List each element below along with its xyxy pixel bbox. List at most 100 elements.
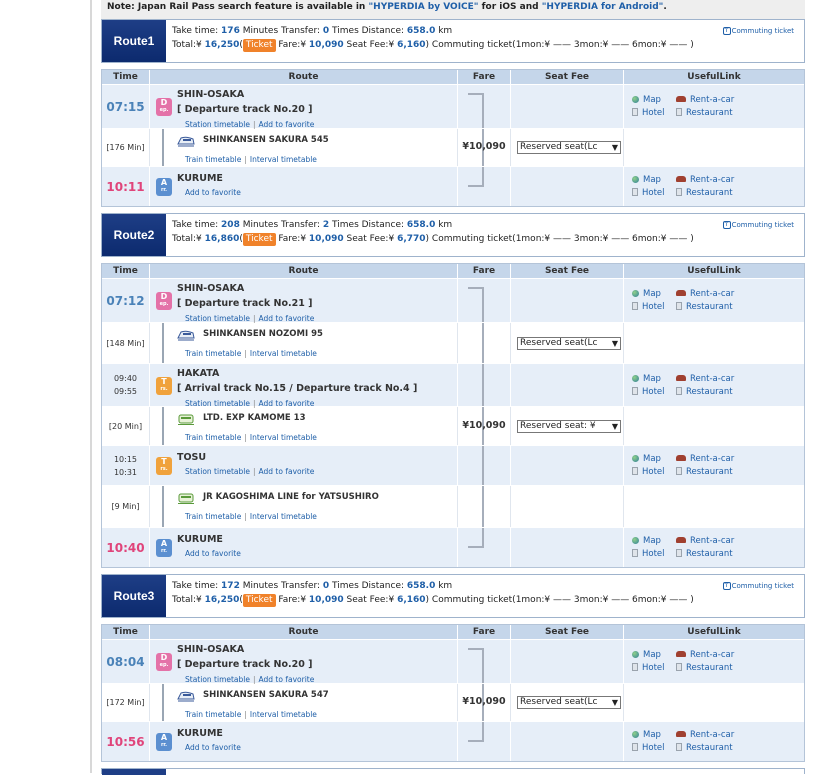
station-name[interactable]: SHIN-OSAKA: [177, 89, 244, 100]
rent-a-car-link[interactable]: Rent-a-car: [676, 453, 734, 466]
rent-a-car-link[interactable]: Rent-a-car: [676, 174, 734, 187]
add-favorite-link[interactable]: Add to favorite: [185, 743, 241, 752]
train-timetable-link[interactable]: Train timetable: [185, 512, 241, 521]
interval-timetable-link[interactable]: Interval timetable: [250, 349, 317, 358]
train-name[interactable]: SHINKANSEN SAKURA 545: [203, 135, 329, 145]
station-name[interactable]: KURUME: [177, 173, 223, 184]
route-label[interactable]: Route1: [102, 20, 166, 62]
fare-cell: [458, 279, 511, 322]
distance-value: 658.0: [406, 220, 436, 230]
train-timetable-link[interactable]: Train timetable: [185, 349, 241, 358]
hotel-link[interactable]: Hotel: [632, 742, 676, 755]
commuting-ticket-link[interactable]: ₸ Commuting ticket: [722, 218, 794, 232]
station-timetable-link[interactable]: Station timetable: [185, 467, 250, 476]
station-name[interactable]: TOSU: [177, 452, 206, 463]
rent-a-car-link[interactable]: Rent-a-car: [676, 94, 734, 107]
commuting-ticket-link[interactable]: ₸ Commuting ticket: [722, 579, 794, 593]
map-link[interactable]: Map: [632, 649, 676, 662]
route-info-line1: Take time: 176 Minutes Transfer: 0 Times…: [172, 24, 798, 38]
useful-links: Map Rent-a-car Hotel Restaurant: [632, 453, 734, 479]
station-timetable-link[interactable]: Station timetable: [185, 314, 250, 323]
restaurant-link[interactable]: Restaurant: [676, 187, 733, 200]
useful-links-cell: Map Rent-a-car Hotel Restaurant: [624, 85, 804, 128]
tr-badge-icon: Trs.: [156, 457, 172, 475]
segment-row: [148 Min] SHINKANSEN NOZOMI 95 Train timet…: [102, 322, 804, 363]
rent-a-car-link[interactable]: Rent-a-car: [676, 288, 734, 301]
separator: |: [244, 155, 247, 164]
add-favorite-link[interactable]: Add to favorite: [259, 675, 315, 684]
hyperdia-voice-link[interactable]: "HYPERDIA by VOICE": [368, 2, 478, 12]
restaurant-link[interactable]: Restaurant: [676, 301, 733, 314]
train-name[interactable]: SHINKANSEN NOZOMI 95: [203, 329, 323, 339]
hotel-link[interactable]: Hotel: [632, 662, 676, 675]
hyperdia-android-link[interactable]: "HYPERDIA for Android": [542, 2, 664, 12]
rent-a-car-link[interactable]: Rent-a-car: [676, 729, 734, 742]
train-name[interactable]: SHINKANSEN SAKURA 547: [203, 690, 329, 700]
hotel-link[interactable]: Hotel: [632, 107, 676, 120]
commuting-ticket-link[interactable]: ₸ Commuting ticket: [722, 24, 794, 38]
globe-icon: [632, 375, 639, 382]
document-icon: [632, 188, 638, 196]
station-name[interactable]: SHIN-OSAKA: [177, 283, 244, 294]
map-link[interactable]: Map: [632, 288, 676, 301]
seat-select[interactable]: Reserved seat(Lc ▼: [517, 141, 621, 154]
dep-badge-letter: D: [160, 292, 168, 301]
add-favorite-link[interactable]: Add to favorite: [259, 120, 315, 129]
seat-select[interactable]: Reserved seat: ¥ ▼: [517, 420, 621, 433]
add-favorite-link[interactable]: Add to favorite: [185, 549, 241, 558]
document-icon: [676, 549, 682, 557]
hotel-link[interactable]: Hotel: [632, 548, 676, 561]
hotel-link[interactable]: Hotel: [632, 466, 676, 479]
useful-links: Map Rent-a-car Hotel Restaurant: [632, 649, 734, 675]
interval-timetable-link[interactable]: Interval timetable: [250, 155, 317, 164]
restaurant-link[interactable]: Restaurant: [676, 466, 733, 479]
take-time-label: Take time:: [172, 581, 222, 591]
train-timetable-link[interactable]: Train timetable: [185, 433, 241, 442]
route-label[interactable]: Route2: [102, 214, 166, 256]
interval-timetable-link[interactable]: Interval timetable: [250, 433, 317, 442]
station-name[interactable]: HAKATA: [177, 368, 219, 379]
hotel-link-label: Hotel: [642, 188, 665, 198]
map-link[interactable]: Map: [632, 373, 676, 386]
add-favorite-link[interactable]: Add to favorite: [259, 467, 315, 476]
add-favorite-link[interactable]: Add to favorite: [185, 188, 241, 197]
rent-a-car-link[interactable]: Rent-a-car: [676, 649, 734, 662]
transfer-label: Minutes Transfer:: [239, 581, 323, 591]
train-name[interactable]: LTD. EXP KAMOME 13: [203, 413, 306, 423]
hotel-link[interactable]: Hotel: [632, 301, 676, 314]
map-link[interactable]: Map: [632, 535, 676, 548]
station-name[interactable]: KURUME: [177, 534, 223, 545]
interval-timetable-link[interactable]: Interval timetable: [250, 710, 317, 719]
train-name[interactable]: JR KAGOSHIMA LINE for YATSUSHIRO: [203, 492, 379, 502]
seat-select[interactable]: Reserved seat(Lc ▼: [517, 337, 621, 350]
station-name[interactable]: KURUME: [177, 728, 223, 739]
restaurant-link[interactable]: Restaurant: [676, 386, 733, 399]
station-name[interactable]: SHIN-OSAKA: [177, 644, 244, 655]
restaurant-link[interactable]: Restaurant: [676, 662, 733, 675]
interval-timetable-link[interactable]: Interval timetable: [250, 512, 317, 521]
train-timetable-link[interactable]: Train timetable: [185, 155, 241, 164]
add-favorite-link[interactable]: Add to favorite: [259, 314, 315, 323]
restaurant-link[interactable]: Restaurant: [676, 548, 733, 561]
hotel-link[interactable]: Hotel: [632, 386, 676, 399]
route-label[interactable]: Route3: [102, 575, 166, 617]
seat-select[interactable]: Reserved seat(Lc ▼: [517, 696, 621, 709]
station-timetable-link[interactable]: Station timetable: [185, 120, 250, 129]
route-block: Route1 Take time: 176 Minutes Transfer: 0…: [101, 19, 805, 207]
map-link[interactable]: Map: [632, 174, 676, 187]
train-links: Train timetable | Interval timetable: [185, 155, 317, 164]
hotel-link[interactable]: Hotel: [632, 187, 676, 200]
station-timetable-link[interactable]: Station timetable: [185, 675, 250, 684]
map-link[interactable]: Map: [632, 453, 676, 466]
header-fare: Fare: [458, 264, 511, 278]
train-links: Train timetable | Interval timetable: [185, 349, 317, 358]
route-info: Take time: 208 Minutes Transfer: 2 Times…: [166, 214, 804, 256]
restaurant-link[interactable]: Restaurant: [676, 742, 733, 755]
map-link[interactable]: Map: [632, 94, 676, 107]
rent-a-car-link[interactable]: Rent-a-car: [676, 535, 734, 548]
links-row: Map Rent-a-car: [632, 174, 734, 187]
rent-a-car-link[interactable]: Rent-a-car: [676, 373, 734, 386]
restaurant-link[interactable]: Restaurant: [676, 107, 733, 120]
map-link[interactable]: Map: [632, 729, 676, 742]
train-timetable-link[interactable]: Train timetable: [185, 710, 241, 719]
